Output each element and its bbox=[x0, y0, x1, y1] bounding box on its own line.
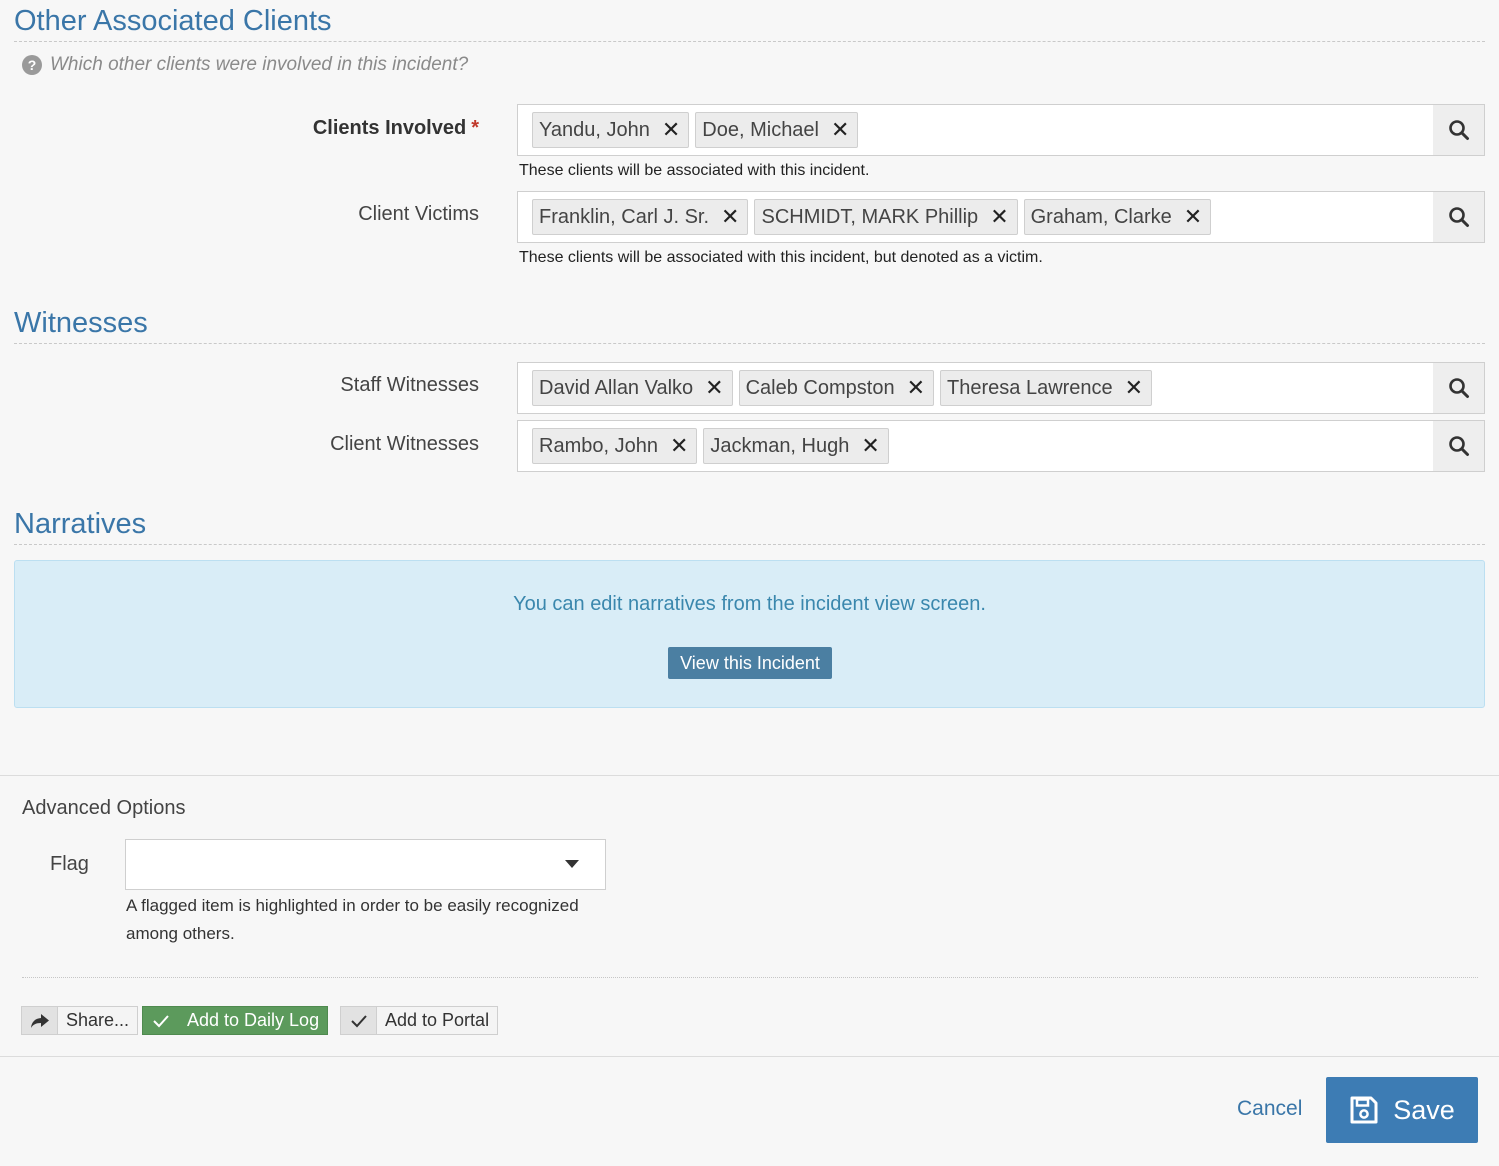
search-icon bbox=[1448, 207, 1469, 227]
flag-select[interactable] bbox=[125, 839, 606, 890]
search-icon bbox=[1448, 120, 1469, 140]
save-button-label: Save bbox=[1393, 1094, 1455, 1125]
client-victims-search-button[interactable] bbox=[1433, 191, 1485, 243]
share-arrow-icon bbox=[22, 1007, 58, 1034]
clients-involved-input[interactable]: Yandu, John ✕ Doe, Michael ✕ bbox=[517, 104, 1434, 156]
client-witnesses-search-button[interactable] bbox=[1433, 420, 1485, 472]
staff-tag: David Allan Valko ✕ bbox=[532, 370, 733, 406]
section-title-narratives: Narratives bbox=[14, 508, 147, 540]
remove-tag-icon[interactable]: ✕ bbox=[721, 206, 739, 228]
section-divider bbox=[14, 343, 1485, 344]
client-victims-label: Client Victims bbox=[358, 203, 479, 225]
section-title-witnesses: Witnesses bbox=[14, 307, 148, 339]
add-to-daily-log-toggle[interactable]: Add to Daily Log bbox=[142, 1006, 329, 1035]
client-victims-input[interactable]: Franklin, Carl J. Sr. ✕ SCHMIDT, MARK Phi… bbox=[517, 191, 1434, 243]
remove-tag-icon[interactable]: ✕ bbox=[1125, 377, 1143, 399]
narratives-info-alert: You can edit narratives from the inciden… bbox=[14, 560, 1485, 708]
clients-involved-hint: These clients will be associated with th… bbox=[519, 162, 870, 179]
staff-tag: Caleb Compston ✕ bbox=[738, 370, 935, 406]
clients-involved-label: Clients Involved * bbox=[312, 117, 479, 139]
client-tag: Franklin, Carl J. Sr. ✕ bbox=[532, 199, 749, 235]
caret-down-icon bbox=[565, 860, 579, 868]
remove-tag-icon[interactable]: ✕ bbox=[705, 377, 723, 399]
staff-witnesses-label: Staff Witnesses bbox=[340, 374, 479, 396]
divider bbox=[0, 1056, 1499, 1057]
help-text-label: Which other clients were involved in thi… bbox=[50, 54, 469, 75]
clients-involved-search-button[interactable] bbox=[1433, 104, 1485, 156]
remove-tag-icon[interactable]: ✕ bbox=[831, 119, 849, 141]
view-incident-button[interactable]: View this Incident bbox=[668, 647, 832, 679]
add-to-portal-toggle[interactable]: Add to Portal bbox=[340, 1006, 499, 1035]
client-victims-hint: These clients will be associated with th… bbox=[519, 249, 1043, 266]
client-witnesses-input[interactable]: Rambo, John ✕ Jackman, Hugh ✕ bbox=[517, 420, 1434, 472]
remove-tag-icon[interactable]: ✕ bbox=[662, 119, 680, 141]
divider bbox=[0, 775, 1499, 776]
client-tag: Yandu, John ✕ bbox=[532, 112, 690, 148]
flag-hint: A flagged item is highlighted in order t… bbox=[126, 896, 579, 943]
cancel-link[interactable]: Cancel bbox=[1237, 1097, 1302, 1121]
section-divider bbox=[14, 41, 1485, 42]
section-divider bbox=[14, 544, 1485, 545]
staff-tag: Theresa Lawrence ✕ bbox=[940, 370, 1153, 406]
flag-label: Flag bbox=[50, 853, 89, 875]
search-icon bbox=[1448, 436, 1469, 456]
divider bbox=[22, 977, 1478, 978]
client-tag: Graham, Clarke ✕ bbox=[1023, 199, 1212, 235]
advanced-options-title: Advanced Options bbox=[22, 797, 186, 819]
share-button[interactable]: Share... bbox=[21, 1006, 139, 1035]
help-text: ? Which other clients were involved in t… bbox=[22, 54, 468, 76]
remove-tag-icon[interactable]: ✕ bbox=[990, 206, 1008, 228]
remove-tag-icon[interactable]: ✕ bbox=[907, 377, 925, 399]
required-marker: * bbox=[471, 117, 479, 139]
narratives-info-text: You can edit narratives from the inciden… bbox=[513, 593, 986, 615]
check-icon bbox=[341, 1007, 377, 1034]
staff-witnesses-input[interactable]: David Allan Valko ✕ Caleb Compston ✕ There… bbox=[517, 362, 1434, 414]
staff-witnesses-search-button[interactable] bbox=[1433, 362, 1485, 414]
remove-tag-icon[interactable]: ✕ bbox=[1184, 206, 1202, 228]
question-icon: ? bbox=[22, 55, 42, 75]
section-title-associated-clients: Other Associated Clients bbox=[14, 5, 332, 37]
client-tag: Jackman, Hugh ✕ bbox=[703, 428, 889, 464]
client-tag: Rambo, John ✕ bbox=[532, 428, 698, 464]
remove-tag-icon[interactable]: ✕ bbox=[670, 435, 688, 457]
search-icon bbox=[1448, 378, 1469, 398]
floppy-disk-icon bbox=[1350, 1096, 1378, 1124]
client-tag: Doe, Michael ✕ bbox=[695, 112, 859, 148]
remove-tag-icon[interactable]: ✕ bbox=[861, 435, 879, 457]
client-tag: SCHMIDT, MARK Phillip ✕ bbox=[754, 199, 1018, 235]
check-icon bbox=[143, 1007, 179, 1034]
client-witnesses-label: Client Witnesses bbox=[330, 433, 479, 455]
save-button[interactable]: Save bbox=[1326, 1077, 1478, 1143]
